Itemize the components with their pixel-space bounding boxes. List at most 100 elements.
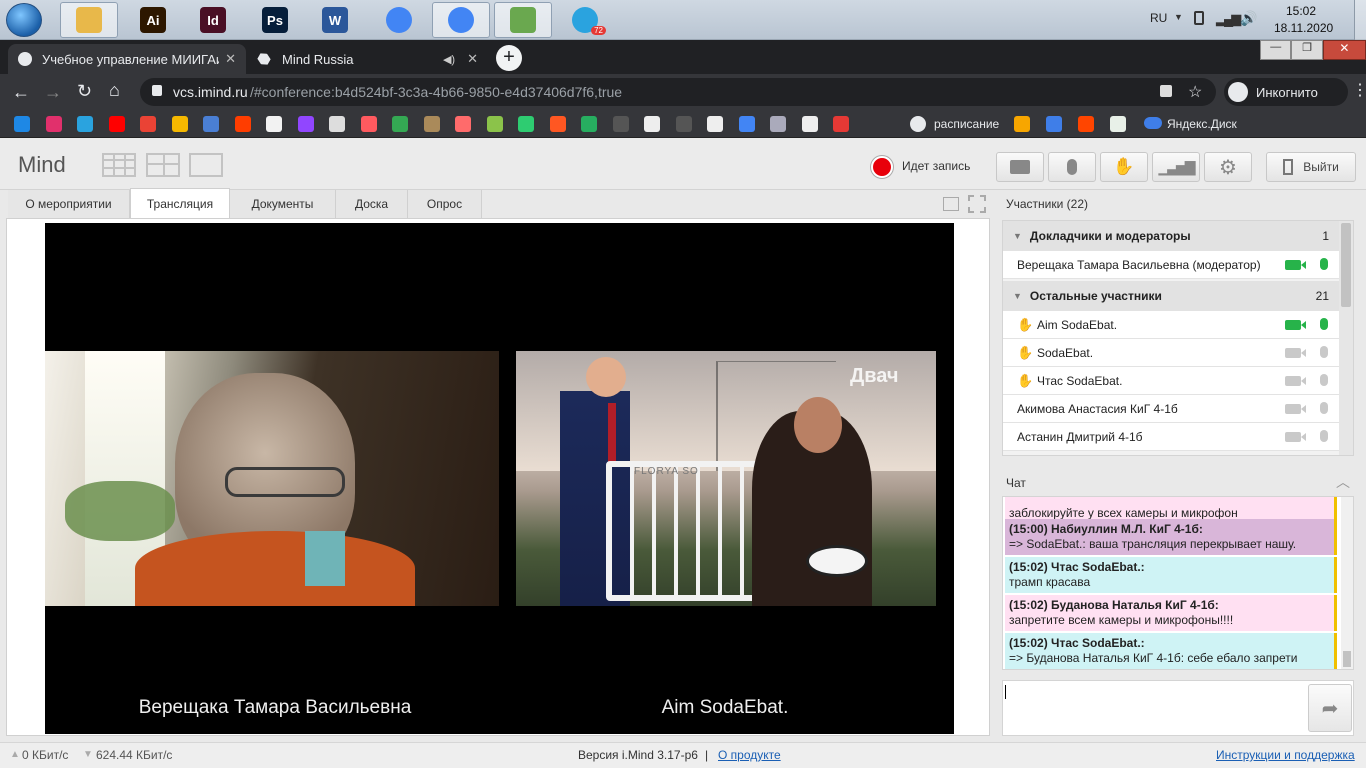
bookmark-favicon-icon[interactable] — [266, 116, 282, 132]
back-icon[interactable]: ← — [12, 82, 30, 103]
bookmark-favicon-icon[interactable] — [45, 116, 62, 132]
camera-off-icon[interactable] — [1285, 432, 1306, 442]
bookmark-favicon-icon[interactable] — [423, 116, 440, 132]
microphone-off-icon[interactable] — [1320, 346, 1328, 358]
video-player[interactable]: FLORYA SO Двач Верещака Тамара Васильевн… — [45, 223, 954, 734]
tab-about[interactable]: О мероприятии — [8, 190, 130, 218]
camera-off-icon[interactable] — [1285, 348, 1306, 358]
send-message-button[interactable]: ➦ — [1308, 684, 1352, 732]
bookmark-favicon-icon[interactable] — [1014, 116, 1030, 132]
tab-board[interactable]: Доска — [336, 190, 408, 218]
taskbar-illustrator-button[interactable]: Ai — [124, 2, 182, 38]
minimize-window-icon[interactable]: — — [1260, 40, 1292, 60]
bookmark-favicon-icon[interactable] — [1110, 116, 1126, 132]
microphone-button[interactable] — [1048, 152, 1096, 182]
bookmark-favicon-icon[interactable] — [612, 116, 629, 132]
bookmark-favicon-icon[interactable] — [455, 116, 471, 132]
taskbar-notepad-button[interactable] — [494, 2, 552, 38]
bookmark-favicon-icon[interactable] — [1046, 116, 1062, 132]
bookmark-favicon-icon[interactable] — [486, 116, 503, 132]
bookmark-yandex-disk[interactable]: Яндекс.Диск — [1167, 117, 1237, 131]
chat-input[interactable]: ➦ — [1002, 680, 1354, 736]
signal-icon[interactable]: ▂▄▆ — [1216, 11, 1241, 27]
usb-icon[interactable] — [1194, 11, 1204, 25]
bookmark-favicon-icon[interactable] — [14, 116, 30, 132]
microphone-off-icon[interactable] — [1320, 430, 1328, 442]
bookmark-favicon-icon[interactable] — [360, 116, 377, 132]
browser-tab-active[interactable]: Учебное управление МИИГАиК ✕ — [8, 44, 246, 74]
chat-collapse-icon[interactable]: ︿ — [1336, 472, 1350, 492]
bookmark-favicon-icon[interactable] — [770, 116, 786, 132]
bookmark-favicon-icon[interactable] — [140, 116, 156, 132]
taskbar-indesign-button[interactable]: Id — [184, 2, 242, 38]
bookmark-favicon-icon[interactable] — [801, 116, 818, 132]
tab-documents[interactable]: Документы — [230, 190, 336, 218]
participant-row[interactable]: Акимова Анастасия КиГ 4-1б — [1003, 395, 1339, 423]
window-mode-icon[interactable] — [943, 197, 959, 211]
bookmark-favicon-icon[interactable] — [203, 116, 219, 132]
new-tab-button[interactable]: + — [496, 45, 522, 71]
participant-group-others[interactable]: ▼ Остальные участники 21 — [1003, 281, 1339, 311]
participant-row[interactable]: Астанин Дмитрий 4-1б — [1003, 423, 1339, 451]
bookmark-favicon-icon[interactable] — [518, 116, 534, 132]
audio-playing-icon[interactable]: ◀) — [443, 53, 455, 66]
grid-layout-icon[interactable] — [102, 153, 136, 177]
chat-messages[interactable]: заблокируйте у всех камеры и микрофон (15… — [1002, 496, 1354, 670]
split-layout-icon[interactable] — [146, 153, 180, 177]
raise-hand-button[interactable]: ✋ — [1100, 152, 1148, 182]
clock-time[interactable]: 15:02 — [1286, 4, 1316, 18]
bookmark-favicon-icon[interactable] — [171, 116, 188, 132]
taskbar-photoshop-button[interactable]: Ps — [246, 2, 304, 38]
participant-group-moderators[interactable]: ▼ Докладчики и модераторы 1 — [1003, 221, 1339, 251]
fullscreen-icon[interactable] — [968, 195, 986, 213]
bookmark-favicon-icon[interactable] — [675, 116, 692, 132]
bookmark-favicon-icon[interactable] — [392, 116, 408, 132]
participant-row[interactable]: ✋ SodaEbat. — [1003, 339, 1339, 367]
exit-button[interactable]: Выйти — [1266, 152, 1356, 182]
chat-scrollbar[interactable] — [1341, 497, 1353, 669]
help-link[interactable]: Инструкции и поддержка — [1216, 748, 1355, 762]
microphone-on-icon[interactable] — [1320, 318, 1328, 330]
camera-button[interactable] — [996, 152, 1044, 182]
taskbar-word-button[interactable]: W — [306, 2, 364, 38]
camera-off-icon[interactable] — [1285, 404, 1306, 414]
participant-row[interactable]: ✋ Чтас SodaEbat. — [1003, 367, 1339, 395]
bookmark-favicon-icon[interactable] — [297, 116, 314, 132]
bookmark-favicon-icon[interactable] — [1078, 116, 1094, 132]
participant-row[interactable]: ✋ Aim SodaEbat. — [1003, 311, 1339, 339]
close-tab-icon[interactable]: ✕ — [467, 51, 478, 67]
participant-row[interactable]: Верещака Тамара Васильевна (модератор) — [1003, 251, 1339, 279]
tray-expand-icon[interactable]: ▼ — [1174, 12, 1183, 22]
about-link[interactable]: О продукте — [718, 748, 781, 762]
participants-list[interactable]: ▼ Докладчики и модераторы 1 Верещака Там… — [1002, 220, 1354, 456]
connection-quality-button[interactable]: ▁▃▅▇ — [1152, 152, 1200, 182]
home-icon[interactable]: ⌂ — [109, 80, 120, 101]
bookmark-favicon-icon[interactable] — [833, 116, 849, 132]
single-layout-icon[interactable] — [189, 153, 223, 177]
restore-window-icon[interactable]: ❐ — [1291, 40, 1323, 60]
bookmark-favicon-icon[interactable] — [707, 116, 723, 132]
taskbar-chrome-button[interactable] — [370, 2, 428, 38]
taskbar-telegram-button[interactable]: 72 — [556, 2, 614, 38]
bookmark-raspisanie[interactable]: расписание — [934, 117, 999, 131]
camera-on-icon[interactable] — [1285, 320, 1306, 330]
microphone-off-icon[interactable] — [1320, 402, 1328, 414]
browser-tab[interactable]: Mind Russia ◀) ✕ — [248, 44, 488, 74]
microphone-on-icon[interactable] — [1320, 258, 1328, 270]
blocked-popup-icon[interactable] — [1160, 85, 1172, 97]
camera-on-icon[interactable] — [1285, 260, 1306, 270]
forward-icon[interactable]: → — [44, 82, 62, 103]
incognito-button[interactable]: Инкогнито — [1224, 78, 1348, 106]
lock-icon[interactable] — [152, 85, 162, 96]
tab-broadcast[interactable]: Трансляция — [130, 188, 230, 218]
settings-button[interactable]: ⚙ — [1204, 152, 1252, 182]
taskbar-chrome-incognito-button[interactable] — [432, 2, 490, 38]
microphone-off-icon[interactable] — [1320, 374, 1328, 386]
language-indicator[interactable]: RU — [1150, 11, 1167, 25]
camera-off-icon[interactable] — [1285, 376, 1306, 386]
bookmark-favicon-icon[interactable] — [77, 116, 93, 132]
bookmark-favicon-icon[interactable] — [581, 116, 597, 132]
tab-poll[interactable]: Опрос — [408, 190, 482, 218]
bookmark-favicon-icon[interactable] — [549, 116, 566, 132]
clock-date[interactable]: 18.11.2020 — [1274, 21, 1333, 35]
